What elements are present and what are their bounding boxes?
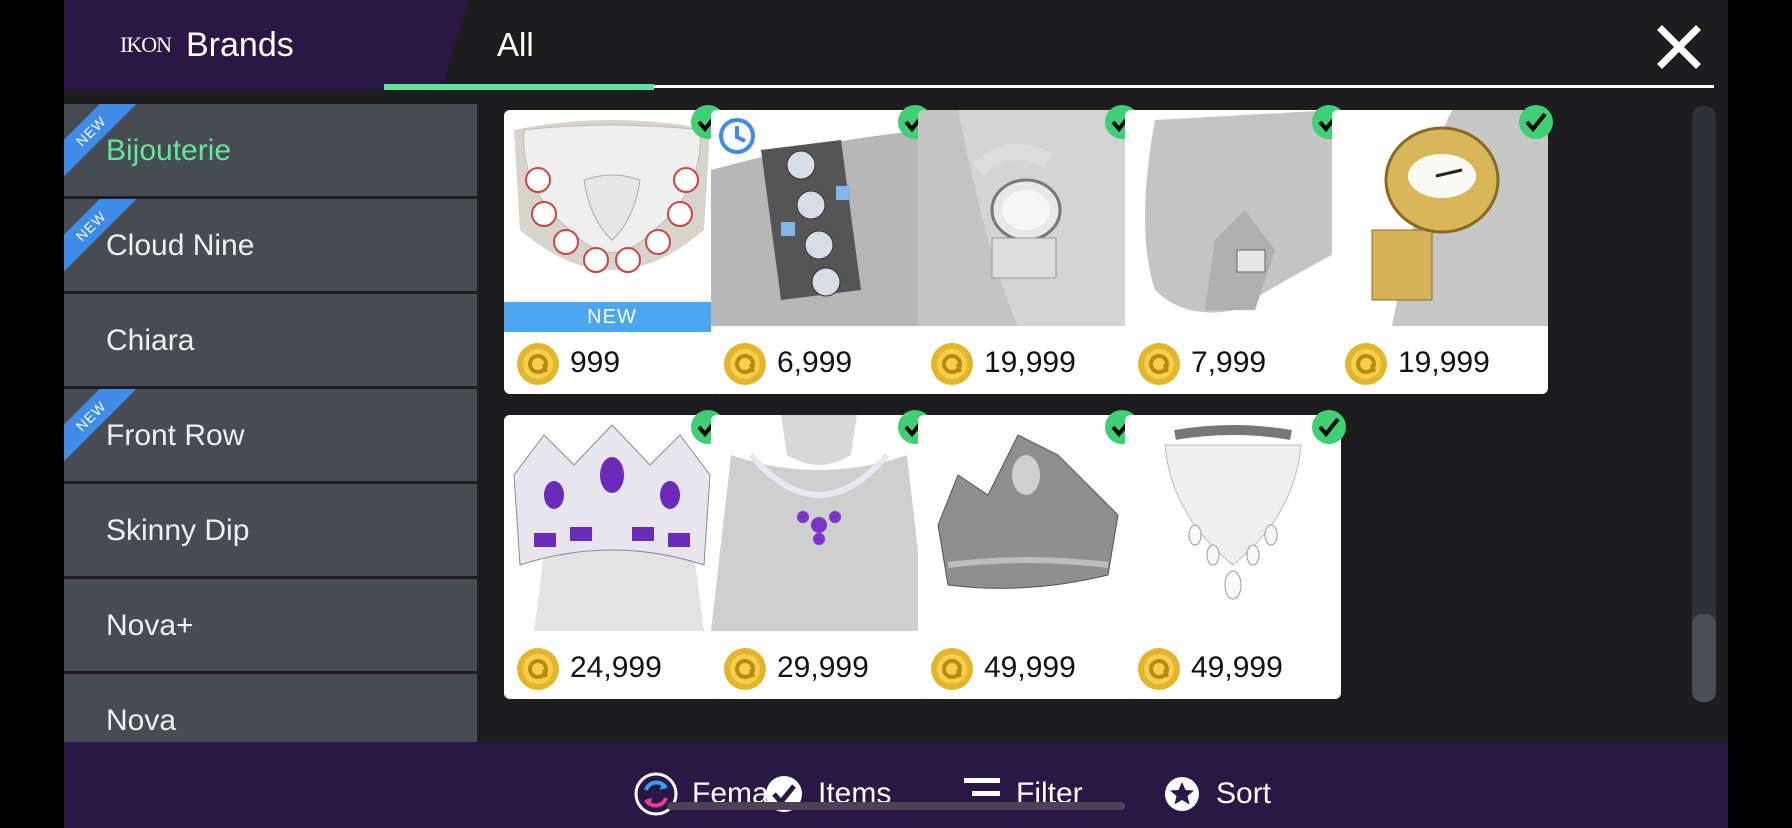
diamond-collar-necklace-image <box>504 110 720 326</box>
item-card[interactable]: 7,999 <box>1125 105 1346 394</box>
sidebar-item-label: Front Row <box>106 419 245 452</box>
item-grid: NEW 999 6,999 19,999 7,999 19,999 24,999… <box>504 105 1728 740</box>
item-price: 999 <box>570 346 621 379</box>
item-price: 24,999 <box>570 651 662 684</box>
coin-icon <box>724 648 766 690</box>
coin-icon <box>931 648 973 690</box>
item-card[interactable]: 6,999 <box>711 105 932 394</box>
sidebar-item-cloud-nine[interactable]: NEW Cloud Nine <box>64 199 477 291</box>
grid-scrollbar-track[interactable] <box>1692 106 1716 702</box>
item-card[interactable]: 19,999 <box>1332 105 1553 394</box>
gold-watch-image <box>1332 110 1548 326</box>
item-card[interactable]: NEW 999 <box>504 105 725 394</box>
amethyst-crown-image <box>504 415 720 631</box>
items-toggle-button[interactable]: Items <box>764 770 891 818</box>
filter-button[interactable]: Filter <box>964 770 1083 818</box>
brand-list: NEW Bijouterie NEW Cloud Nine Chiara NEW… <box>64 104 477 744</box>
coin-icon <box>1138 343 1180 385</box>
diamond-ring-image <box>1125 110 1341 326</box>
brands-store-screen: IKON Brands All NEW Bijouterie NEW Cloud… <box>64 0 1728 828</box>
sort-button[interactable]: Sort <box>1162 770 1271 818</box>
sidebar-item-label: Nova <box>106 704 177 737</box>
amethyst-necklace-image <box>711 415 927 631</box>
tab-active-indicator <box>384 84 654 90</box>
sidebar-item-chiara[interactable]: Chiara <box>64 294 477 386</box>
item-price: 7,999 <box>1191 346 1267 379</box>
sidebar-item-label: Bijouterie <box>106 134 232 167</box>
item-price: 19,999 <box>1398 346 1490 379</box>
home-indicator <box>667 802 1125 810</box>
item-card[interactable]: 24,999 <box>504 410 725 699</box>
item-price: 19,999 <box>984 346 1076 379</box>
coin-icon <box>517 648 559 690</box>
tab-all[interactable]: All <box>497 26 534 64</box>
diamond-bib-necklace-image <box>1125 415 1341 631</box>
sidebar-item-skinny-dip[interactable]: Skinny Dip <box>64 484 477 576</box>
sort-star-icon <box>1165 777 1199 811</box>
sort-label: Sort <box>1216 777 1272 810</box>
item-price: 6,999 <box>777 346 853 379</box>
diamond-watch-image <box>918 110 1134 326</box>
page-title: Brands <box>186 26 294 64</box>
close-button[interactable] <box>1656 24 1702 70</box>
item-card[interactable]: 19,999 <box>918 105 1139 394</box>
close-icon <box>1657 25 1701 69</box>
owned-check-icon <box>1519 105 1553 139</box>
bottom-toolbar <box>64 742 1728 828</box>
sidebar-item-label: Nova+ <box>106 609 194 642</box>
sidebar-item-nova-plus[interactable]: Nova+ <box>64 579 477 671</box>
item-price: 49,999 <box>1191 651 1283 684</box>
sidebar-item-front-row[interactable]: NEW Front Row <box>64 389 477 481</box>
sidebar-item-bijouterie[interactable]: NEW Bijouterie <box>64 104 477 196</box>
clock-icon <box>719 118 755 154</box>
ikon-logo: IKON <box>120 32 172 57</box>
sidebar-item-label: Skinny Dip <box>106 514 250 547</box>
item-price: 29,999 <box>777 651 869 684</box>
item-card[interactable]: 29,999 <box>711 410 932 699</box>
coin-icon <box>517 343 559 385</box>
item-card[interactable]: 49,999 <box>1125 410 1346 699</box>
coin-icon <box>931 343 973 385</box>
sidebar-item-label: Chiara <box>106 324 195 357</box>
new-label: NEW <box>504 302 720 332</box>
item-price: 49,999 <box>984 651 1076 684</box>
coin-icon <box>724 343 766 385</box>
grid-scrollbar-thumb[interactable] <box>1692 614 1716 702</box>
sidebar-item-nova[interactable]: Nova <box>64 674 477 744</box>
sidebar-item-label: Cloud Nine <box>106 229 255 262</box>
silver-tiara-image <box>918 415 1134 631</box>
coin-icon <box>1345 343 1387 385</box>
coin-icon <box>1138 648 1180 690</box>
item-card[interactable]: 49,999 <box>918 410 1139 699</box>
owned-check-icon <box>1312 410 1346 444</box>
